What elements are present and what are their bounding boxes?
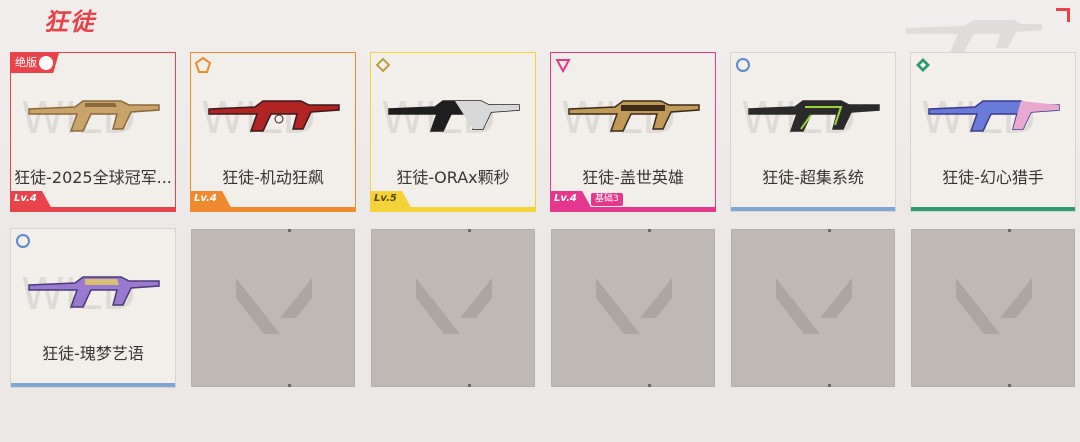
tick-mark [648,384,651,387]
rarity-bar [371,207,535,211]
rifle-skin-image [28,100,160,132]
level-badge: Lv.4 [551,191,591,207]
circle-icon [736,58,750,72]
skin-card[interactable]: WILD 狂徒-机动狂飙 Lv.4 [190,52,356,212]
tick-mark [1008,384,1011,387]
rifle-skin-image [748,100,880,132]
empty-slot [191,229,355,387]
tick-mark [468,384,471,387]
exclusive-icon [39,56,53,70]
empty-slot [911,229,1075,387]
rifle-skin-image [388,100,520,132]
variant-tag: 基础3 [591,193,623,206]
tick-mark [468,229,471,232]
tick-mark [828,384,831,387]
valorant-logo-icon [416,278,492,334]
empty-slot [371,229,535,387]
skin-card[interactable]: WILD 狂徒-瑰梦艺语 [10,228,176,388]
rarity-bar [191,207,355,211]
rifle-skin-image [28,276,160,308]
empty-slot [551,229,715,387]
diamond-icon [375,57,391,73]
skin-card[interactable]: WILD 狂徒-超集系统 [730,52,896,212]
rarity-bar [11,207,175,211]
skin-card[interactable]: WILD 绝版 狂徒-2025全球冠军... Lv.4 [10,52,176,212]
level-badge: Lv.4 [191,191,231,207]
tick-mark [648,229,651,232]
valorant-logo-icon [956,278,1032,334]
circle-icon [16,234,30,248]
rifle-skin-image [208,100,340,132]
rarity-bar [551,207,715,211]
green-diamond-icon [916,58,930,72]
tick-mark [828,229,831,232]
valorant-logo-icon [236,278,312,334]
triangle-icon [555,59,571,73]
skin-name: 狂徒-ORAx颗秒 [396,168,510,187]
skin-name: 狂徒-超集系统 [762,168,864,187]
tick-mark [288,384,291,387]
valorant-logo-icon [596,278,672,334]
level-badge: Lv.5 [371,191,411,207]
valorant-logo-icon [776,278,852,334]
empty-slot [731,229,895,387]
tick-mark [288,229,291,232]
pentagon-icon [195,57,211,73]
rifle-skin-image [568,100,700,132]
rarity-bar [911,207,1075,211]
skin-name: 狂徒-瑰梦艺语 [42,344,144,363]
exclusive-badge: 绝版 [11,53,59,73]
rifle-skin-image [928,100,1060,132]
skin-name: 狂徒-机动狂飙 [222,168,324,187]
skin-card[interactable]: WILD 狂徒-幻心猎手 [910,52,1076,212]
rarity-bar [11,383,175,387]
skin-card[interactable]: WILD 狂徒-盖世英雄 Lv.4 基础3 [550,52,716,212]
corner-mark [1056,8,1070,22]
skin-name: 狂徒-盖世英雄 [582,168,684,187]
skin-name: 狂徒-幻心猎手 [942,168,1044,187]
page-title: 狂徒 [44,8,96,36]
background-rifle-icon [906,20,1042,52]
rarity-bar [731,207,895,211]
tick-mark [1008,229,1011,232]
skin-card[interactable]: WILD 狂徒-ORAx颗秒 Lv.5 [370,52,536,212]
skin-name: 狂徒-2025全球冠军... [14,168,172,187]
level-badge: Lv.4 [11,191,51,207]
